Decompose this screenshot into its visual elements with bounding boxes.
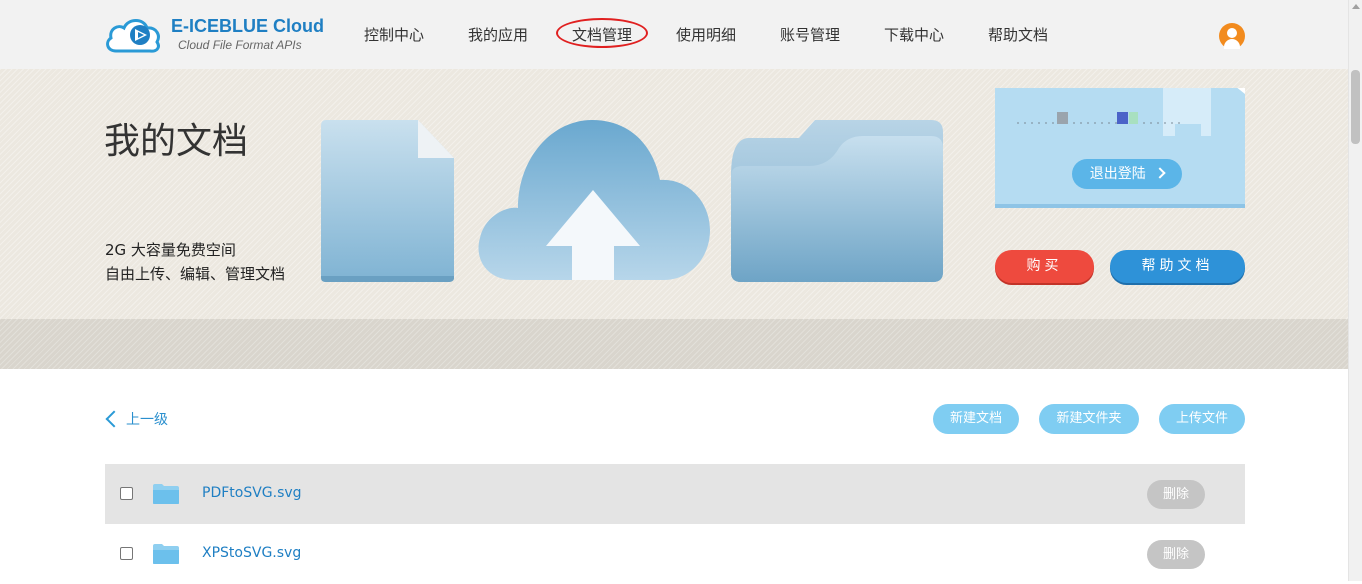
back-label: 上一级 [126,412,168,428]
file-select-checkbox[interactable] [120,487,133,500]
document-illustration-icon [321,120,454,282]
brand-logo[interactable]: E-ICEBLUE Cloud Cloud File Format APIs [104,13,324,57]
banner-tagline-features: 自由上传、编辑、管理文档 [105,265,286,283]
nav-item-help-docs[interactable]: 帮助文档 [988,24,1048,45]
banner-tagline-storage: 2G 大容量免费空间 [105,241,236,259]
active-nav-highlight [556,18,648,48]
buy-button[interactable]: 购买 [995,250,1094,283]
account-card [995,88,1245,208]
delete-button[interactable]: 删除 [1147,540,1205,569]
nav-item-my-apps[interactable]: 我的应用 [468,24,528,45]
new-document-button[interactable]: 新建文档 [933,404,1019,434]
avatar-body-shape [1224,39,1240,49]
file-row[interactable]: XPStoSVG.svg 删除 [105,524,1245,584]
brand-subtitle: Cloud File Format APIs [178,38,302,52]
nav-item-download-center[interactable]: 下载中心 [884,24,944,45]
avatar-head-shape [1227,28,1237,38]
help-docs-button[interactable]: 帮助文档 [1110,250,1245,283]
page-title: 我的文档 [104,121,249,162]
new-folder-button[interactable]: 新建文件夹 [1039,404,1139,434]
file-name-link[interactable]: XPStoSVG.svg [202,545,301,561]
banner-bottom-strip [0,319,1348,369]
file-row[interactable]: PDFtoSVG.svg 删除 [105,464,1245,524]
chevron-left-icon [105,410,123,428]
upload-file-button[interactable]: 上传文件 [1159,404,1245,434]
file-name-link[interactable]: PDFtoSVG.svg [202,485,302,501]
logout-label: 退出登陆 [1089,166,1146,182]
vertical-scrollbar[interactable] [1348,0,1362,581]
logout-button[interactable]: 退出登陆 [1072,159,1182,189]
nav-item-dashboard[interactable]: 控制中心 [364,24,424,45]
scroll-up-arrow-icon[interactable] [1352,4,1360,9]
top-navbar: E-ICEBLUE Cloud Cloud File Format APIs 控… [0,0,1348,69]
user-avatar-icon[interactable] [1219,23,1245,49]
folder-icon [153,484,179,504]
brand-title: E-ICEBLUE Cloud [171,16,324,36]
nav-item-usage-details[interactable]: 使用明细 [676,24,736,45]
nav-item-account-management[interactable]: 账号管理 [780,24,840,45]
activity-sparkline-decoration [1017,88,1245,136]
folder-icon [153,544,179,564]
chevron-right-icon [1154,167,1166,179]
folder-illustration-icon [731,120,943,282]
cloud-logo-icon [106,19,160,53]
file-select-checkbox[interactable] [120,547,133,560]
scrollbar-thumb[interactable] [1351,70,1360,144]
delete-button[interactable]: 删除 [1147,480,1205,509]
cloud-upload-illustration-icon [478,120,710,280]
